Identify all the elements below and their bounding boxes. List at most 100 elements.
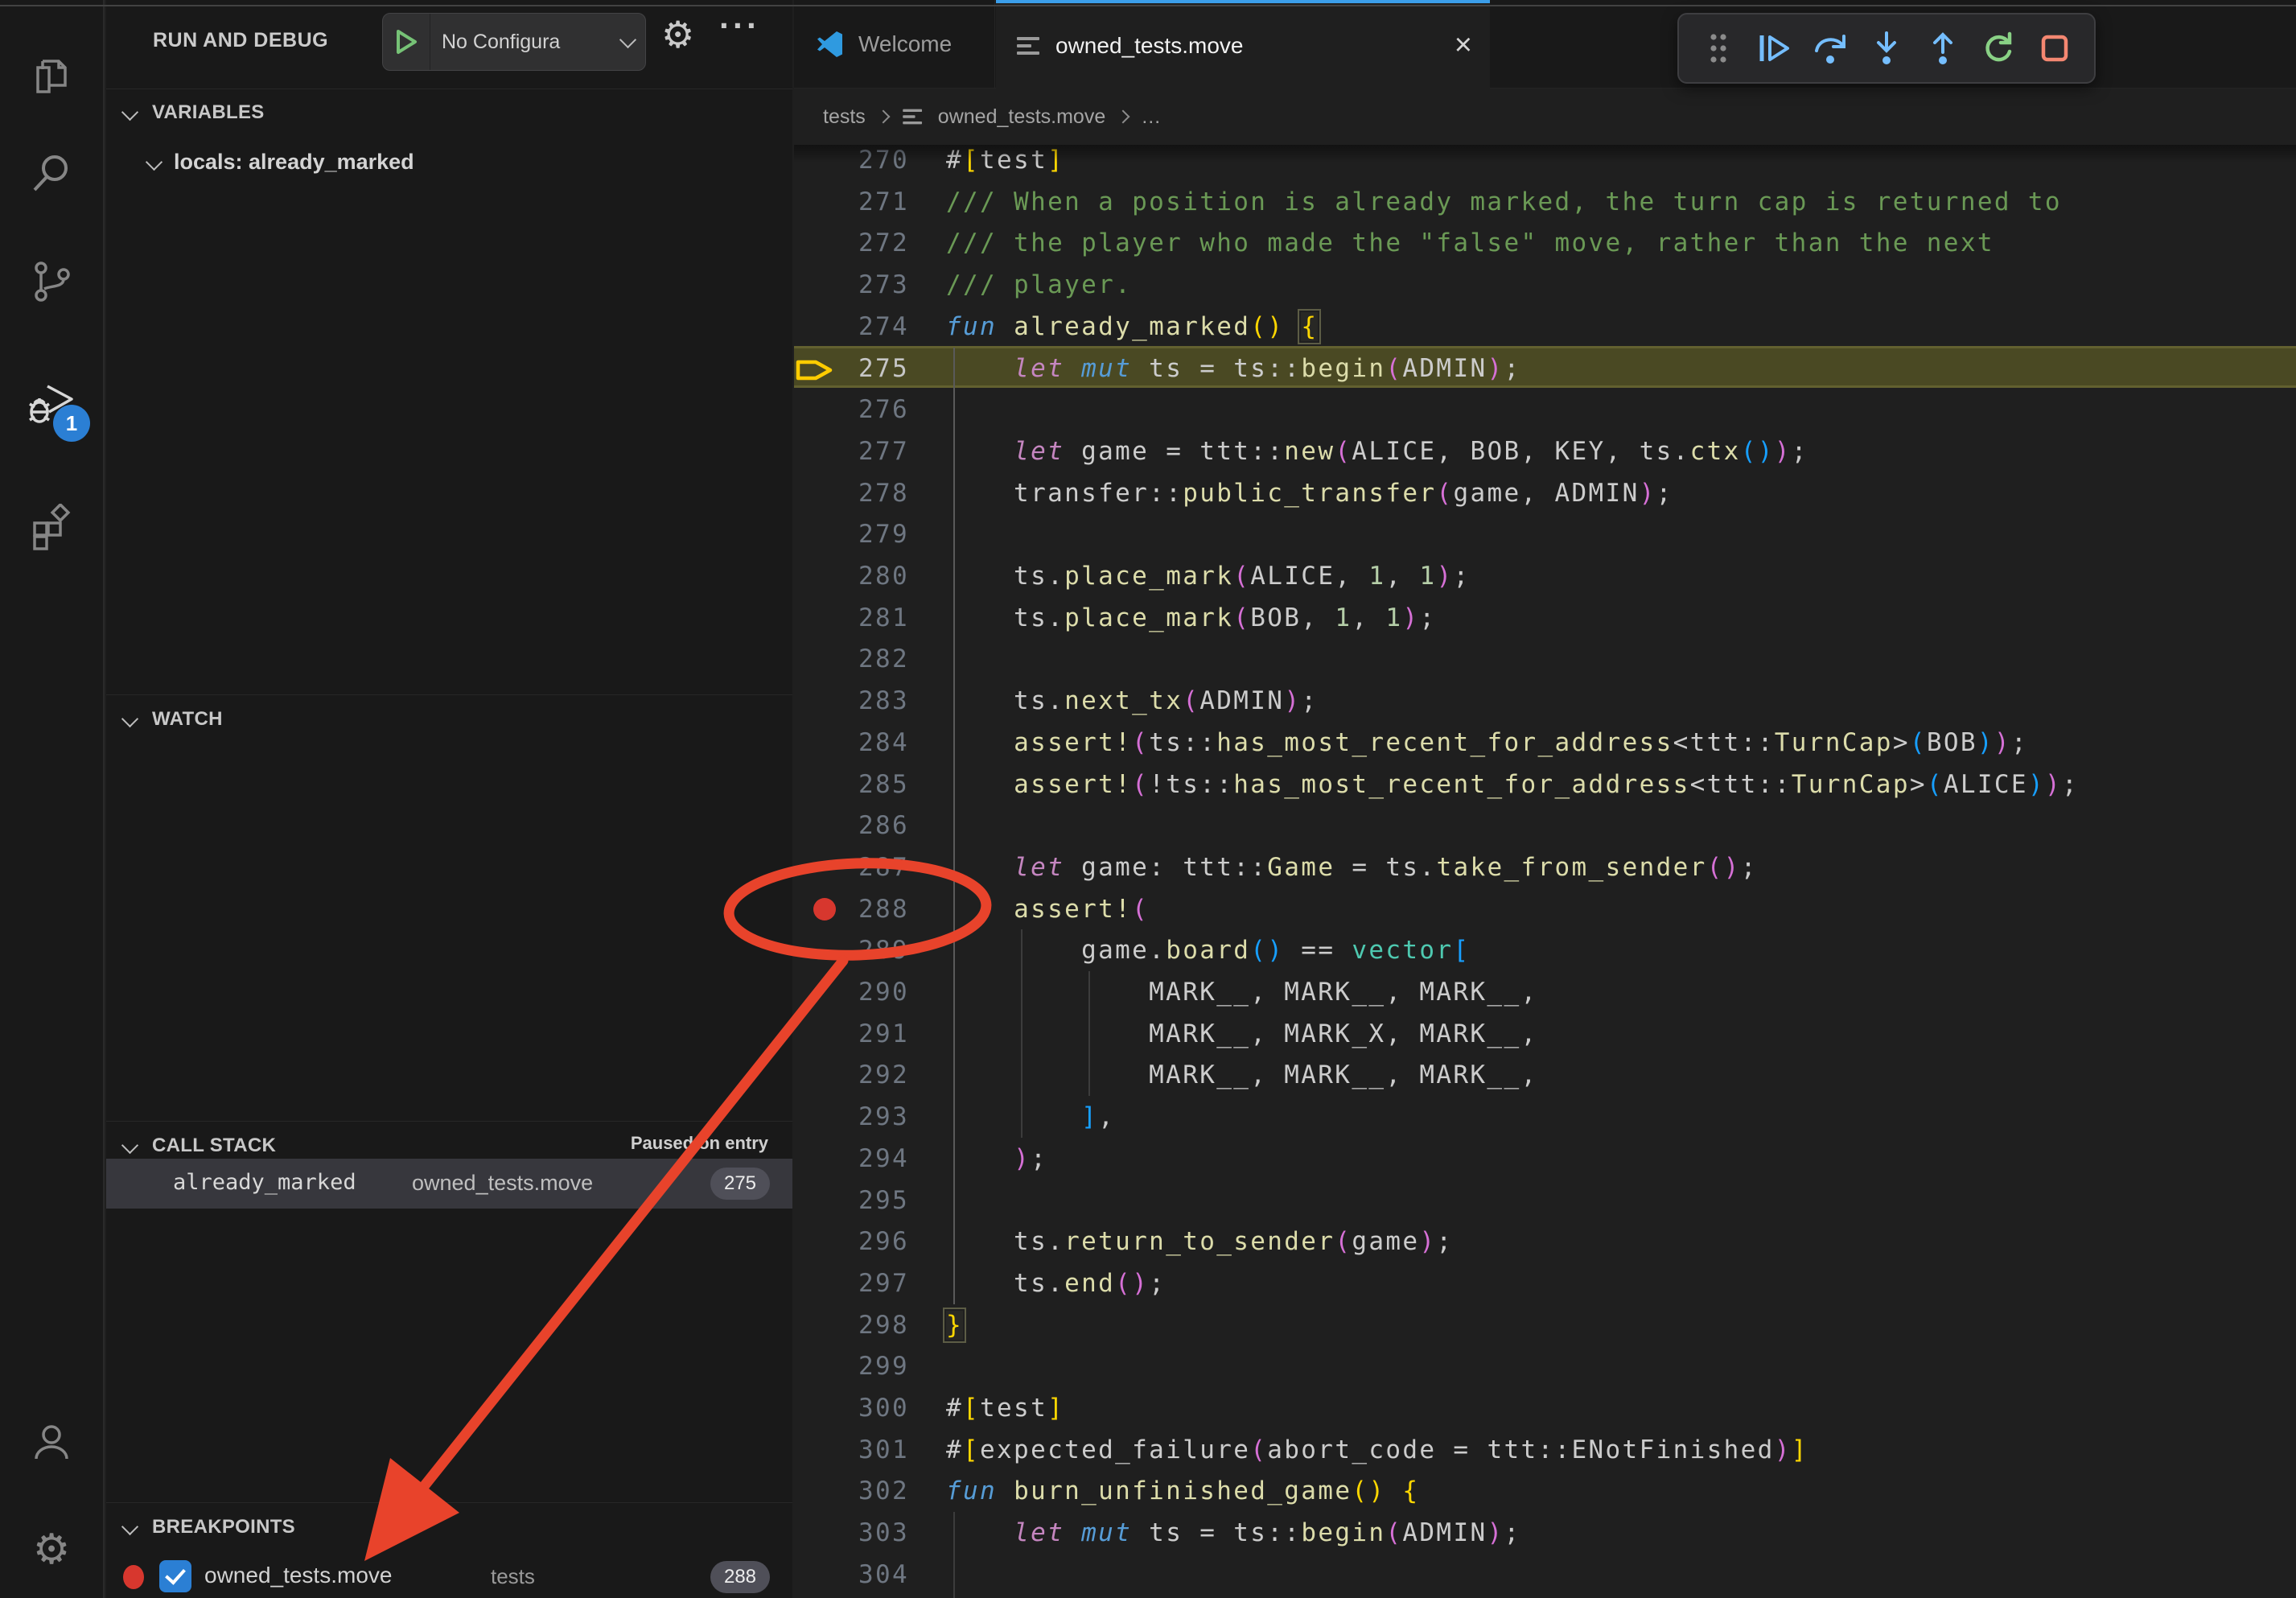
breakpoint-dot-icon [123,1565,144,1589]
debug-toolbar [1677,13,2096,84]
pause-status: Paused on entry [631,1133,768,1154]
search-icon[interactable] [0,125,103,221]
chevron-down-icon [121,1518,138,1535]
code-text: let mut ts = ts::begin(ADMIN); [946,1512,1521,1554]
code-text: ts.end(); [946,1262,1166,1304]
line-number: 289 [794,929,909,971]
code-line-289: 289 game.board() == vector[ [794,929,2296,971]
line-number: 298 [794,1304,909,1346]
code-line-285: 285 assert!(!ts::has_most_recent_for_add… [794,764,2296,805]
source-control-icon[interactable] [0,233,103,330]
line-number: 288 [794,888,909,930]
step-out-button[interactable] [1918,20,1968,76]
step-into-button[interactable] [1862,20,1911,76]
start-debug-icon[interactable] [383,14,430,70]
code-line-293: 293 ], [794,1096,2296,1138]
indent-guide [953,1512,955,1598]
line-number: 303 [794,1512,909,1554]
line-number: 277 [794,430,909,472]
code-text: ); [946,1138,1047,1180]
code-line-284: 284 assert!(ts::has_most_recent_for_addr… [794,722,2296,764]
breadcrumb-item-more[interactable]: … [1141,105,1161,129]
code-line-275: 275 let mut ts = ts::begin(ADMIN); [794,348,2296,389]
call-stack-title: CALL STACK [152,1135,276,1157]
code-text: fun already_marked() { [946,306,1318,348]
code-line-294: 294 ); [794,1138,2296,1180]
watch-section-header[interactable]: WATCH [106,697,792,742]
code-line-292: 292 MARK__, MARK__, MARK__, [794,1054,2296,1096]
line-number: 283 [794,680,909,722]
breadcrumb-item-file[interactable]: owned_tests.move [938,105,1105,129]
toolbar-drag-handle[interactable] [1693,20,1743,76]
code-text: assert!( [946,888,1149,930]
breadcrumb: tests owned_tests.move … [794,89,2296,145]
step-over-button[interactable] [1805,20,1855,76]
line-number: 272 [794,222,909,264]
code-text: } [946,1304,963,1346]
code-text: assert!(ts::has_most_recent_for_address<… [946,722,2028,764]
frame-file-name: owned_tests.move [412,1171,593,1196]
code-line-271: 271/// When a position is already marked… [794,181,2296,223]
stop-button[interactable] [2030,20,2080,76]
variables-scope-locals[interactable]: locals: already_marked [106,140,792,185]
line-number: 287 [794,846,909,888]
move-file-icon [903,105,924,127]
code-text: #[expected_failure(abort_code = ttt::ENo… [946,1429,1808,1471]
line-number: 280 [794,555,909,597]
code-line-276: 276 [794,389,2296,430]
code-text: MARK__, MARK__, MARK__, [946,971,1537,1013]
code-text: /// player. [946,264,1132,306]
code-text: assert!(!ts::has_most_recent_for_address… [946,764,2079,805]
breakpoint-list-item[interactable]: owned_tests.move tests 288 [106,1556,792,1598]
breadcrumb-item-tests[interactable]: tests [823,105,866,129]
scroll-shadow [794,145,2296,163]
close-icon[interactable]: × [1455,27,1472,63]
debug-settings-gear-icon[interactable]: ⚙ [661,13,694,56]
settings-gear-icon[interactable]: ⚙ [0,1501,103,1598]
more-actions-icon[interactable]: ··· [719,6,760,45]
move-file-icon [1017,33,1041,59]
code-line-279: 279 [794,513,2296,555]
code-text: fun burn_unfinished_game() { [946,1470,1419,1512]
line-number: 302 [794,1470,909,1512]
code-text: ], [946,1096,1115,1138]
section-divider [106,1502,792,1503]
line-number: 285 [794,764,909,805]
breakpoint-folder: tests [491,1564,535,1589]
code-text: let game: ttt::Game = ts.take_from_sende… [946,846,1758,888]
code-line-273: 273 /// player. [794,264,2296,306]
code-line-303: 303 let mut ts = ts::begin(ADMIN); [794,1512,2296,1554]
vscode-logo-icon [815,29,846,60]
chevron-down-icon [121,710,138,727]
code-editor[interactable]: 270#[test]271/// When a position is alre… [794,145,2296,1598]
frame-function-name: already_marked [173,1170,356,1195]
chevron-right-icon [1117,110,1130,124]
code-line-299: 299 [794,1345,2296,1387]
debug-config-dropdown[interactable]: No Configura [382,13,646,71]
call-stack-frame-row[interactable]: already_marked owned_tests.move 275 [106,1159,792,1209]
debug-badge: 1 [53,405,90,442]
tab-welcome[interactable]: Welcome [794,0,995,89]
restart-button[interactable] [1973,20,2023,76]
frame-line-badge: 275 [710,1168,770,1200]
continue-button[interactable] [1750,20,1800,76]
line-number: 273 [794,264,909,306]
run-and-debug-icon[interactable]: 1 [0,358,103,455]
breakpoint-line-badge: 288 [710,1561,770,1593]
breakpoint-checkbox[interactable] [159,1560,191,1592]
code-text: #[test] [946,1387,1064,1429]
line-number: 295 [794,1180,909,1221]
code-text: ts.place_mark(BOB, 1, 1); [946,597,1436,639]
breakpoints-section-header[interactable]: BREAKPOINTS [106,1505,792,1550]
line-number: 276 [794,389,909,430]
extensions-icon[interactable] [0,479,103,575]
code-line-298: 298} [794,1304,2296,1346]
vscode-window: 1 ⚙ RUN AND DEBUG No Configura [0,0,2296,1598]
explorer-icon[interactable] [0,28,103,125]
account-icon[interactable] [0,1394,103,1490]
line-number: 294 [794,1138,909,1180]
variables-section-header[interactable]: VARIABLES [106,90,792,135]
line-number: 297 [794,1262,909,1304]
code-line-283: 283 ts.next_tx(ADMIN); [794,680,2296,722]
tab-owned-tests-move[interactable]: owned_tests.move × [996,0,1490,89]
